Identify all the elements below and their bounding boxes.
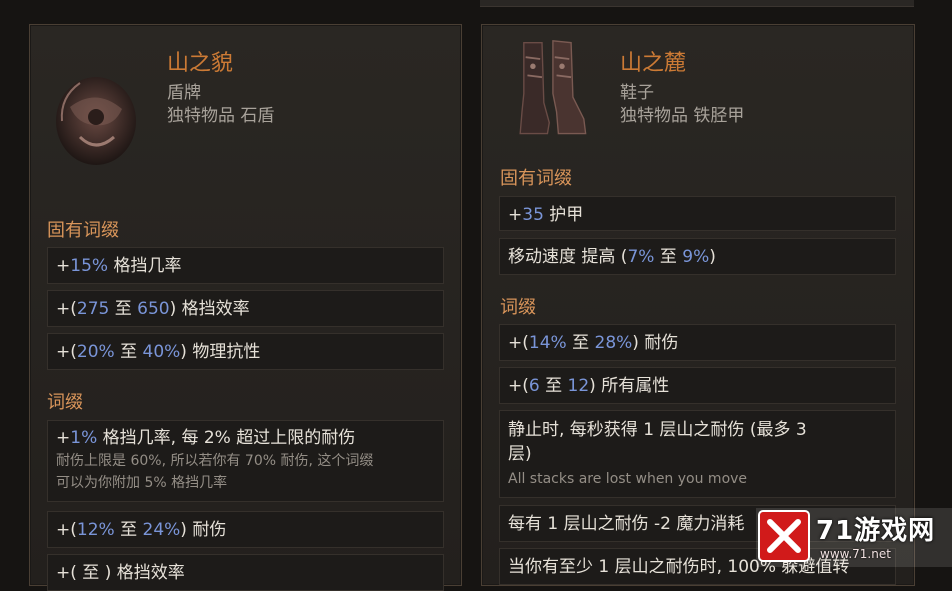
section-title-inherent: 固有词缀: [500, 168, 572, 189]
affix-prefix: +: [56, 256, 71, 276]
affix-value: 35: [522, 205, 544, 225]
affix-min: 14%: [528, 333, 567, 353]
affix-value: 1%: [70, 428, 98, 448]
affix-suffix: ): [180, 520, 187, 540]
shield-icon: [56, 77, 136, 165]
affix-row: +( 至 ) 格挡效率: [47, 554, 444, 591]
affix-text: 所有属性: [595, 376, 670, 396]
affix-max: 9%: [682, 247, 710, 267]
affix-text: 耐伤: [638, 333, 679, 353]
affix-prefix: +(: [508, 333, 529, 353]
affix-range-sep: 至: [76, 563, 105, 583]
item-tooltip-right: 山之麓 鞋子 独特物品 铁胫甲 固有词缀 +35 护甲 移动速度 提高 (7% …: [481, 24, 915, 586]
affix-text: 层): [508, 444, 532, 464]
site-watermark: 71游戏网 www.71.net: [756, 508, 952, 567]
affix-range-sep: 至: [114, 520, 143, 540]
affix-min: 275: [76, 299, 110, 319]
inherent-affix-row: +(275 至 650) 格挡效率: [47, 290, 444, 327]
affix-max: 12: [567, 376, 590, 396]
affix-text: 每有 1 层山之耐伤 -2 魔力消耗: [508, 514, 745, 534]
affix-prefix: +: [56, 428, 71, 448]
affix-range-sep: 至: [114, 342, 143, 362]
section-title-affixes: 词缀: [500, 297, 536, 318]
affix-row: 静止时, 每秒获得 1 层山之耐伤 (最多 3 层) All stacks ar…: [499, 410, 896, 498]
affix-row: +(14% 至 28%) 耐伤: [499, 324, 896, 361]
affix-min: 7%: [627, 247, 655, 267]
inherent-affix-row: +15% 格挡几率: [47, 247, 444, 284]
affix-max: 40%: [142, 342, 181, 362]
affix-prefix: +(: [56, 563, 77, 583]
affix-text: 移动速度 提高 (: [508, 247, 628, 267]
affix-range-sep: 至: [109, 299, 138, 319]
affix-prefix: +(: [56, 520, 77, 540]
affix-min: 20%: [76, 342, 115, 362]
affix-min: 12%: [76, 520, 115, 540]
affix-text: 格挡几率, 每 2% 超过上限的耐伤: [97, 428, 356, 448]
affix-text: 耐伤: [186, 520, 227, 540]
affix-prefix: +(: [56, 342, 77, 362]
affix-note: 可以为你附加 5% 格挡几率: [56, 475, 228, 491]
affix-row: +1% 格挡几率, 每 2% 超过上限的耐伤 耐伤上限是 60%, 所以若你有 …: [47, 420, 444, 502]
watermark-text: 71游戏网: [816, 516, 936, 546]
affix-max: 24%: [142, 520, 181, 540]
affix-text: 护甲: [543, 205, 584, 225]
affix-suffix: ): [180, 342, 187, 362]
affix-max: 28%: [594, 333, 633, 353]
affix-note: All stacks are lost when you move: [508, 471, 748, 487]
affix-max: 650: [137, 299, 170, 319]
item-tooltip-left: 山之貌 盾牌 独特物品 石盾 固有词缀 +15% 格挡几率 +(275 至 65…: [29, 24, 462, 591]
affix-text: 格挡几率: [108, 256, 182, 276]
affix-suffix: ): [709, 247, 716, 267]
affix-note: 耐伤上限是 60%, 所以若你有 70% 耐伤, 这个词缀: [56, 453, 374, 469]
item-rarity-base: 独特物品 石盾: [167, 106, 275, 126]
affix-value: 15%: [70, 256, 109, 276]
boots-icon: [519, 40, 587, 135]
item-name: 山之貌: [167, 51, 234, 76]
affix-row: +(12% 至 24%) 耐伤: [47, 511, 444, 548]
affix-suffix: ): [632, 333, 639, 353]
affix-range-sep: 至: [654, 247, 683, 267]
inherent-affix-row: 移动速度 提高 (7% 至 9%): [499, 238, 896, 275]
affix-prefix: +(: [56, 299, 77, 319]
affix-row: +(6 至 12) 所有属性: [499, 367, 896, 404]
affix-range-sep: 至: [566, 333, 595, 353]
affix-text: 物理抗性: [186, 342, 261, 362]
affix-range-sep: 至: [539, 376, 568, 396]
affix-text: 静止时, 每秒获得 1 层山之耐伤 (最多 3: [508, 420, 807, 440]
affix-min: 6: [528, 376, 540, 396]
inherent-affix-row: +(20% 至 40%) 物理抗性: [47, 333, 444, 370]
affix-prefix: +(: [508, 376, 529, 396]
item-type: 盾牌: [167, 83, 201, 103]
section-title-affixes: 词缀: [47, 392, 83, 413]
affix-prefix: +: [508, 205, 523, 225]
affix-text: 格挡效率: [111, 563, 185, 583]
affix-text: 格挡效率: [176, 299, 250, 319]
section-title-inherent: 固有词缀: [47, 220, 119, 241]
item-type: 鞋子: [620, 83, 654, 103]
item-name: 山之麓: [620, 51, 687, 76]
item-rarity-base: 独特物品 铁胫甲: [620, 106, 745, 126]
watermark-url: www.71.net: [820, 547, 891, 561]
affix-suffix: ): [589, 376, 596, 396]
top-panel-edge: [480, 0, 914, 7]
inherent-affix-row: +35 护甲: [499, 196, 896, 231]
